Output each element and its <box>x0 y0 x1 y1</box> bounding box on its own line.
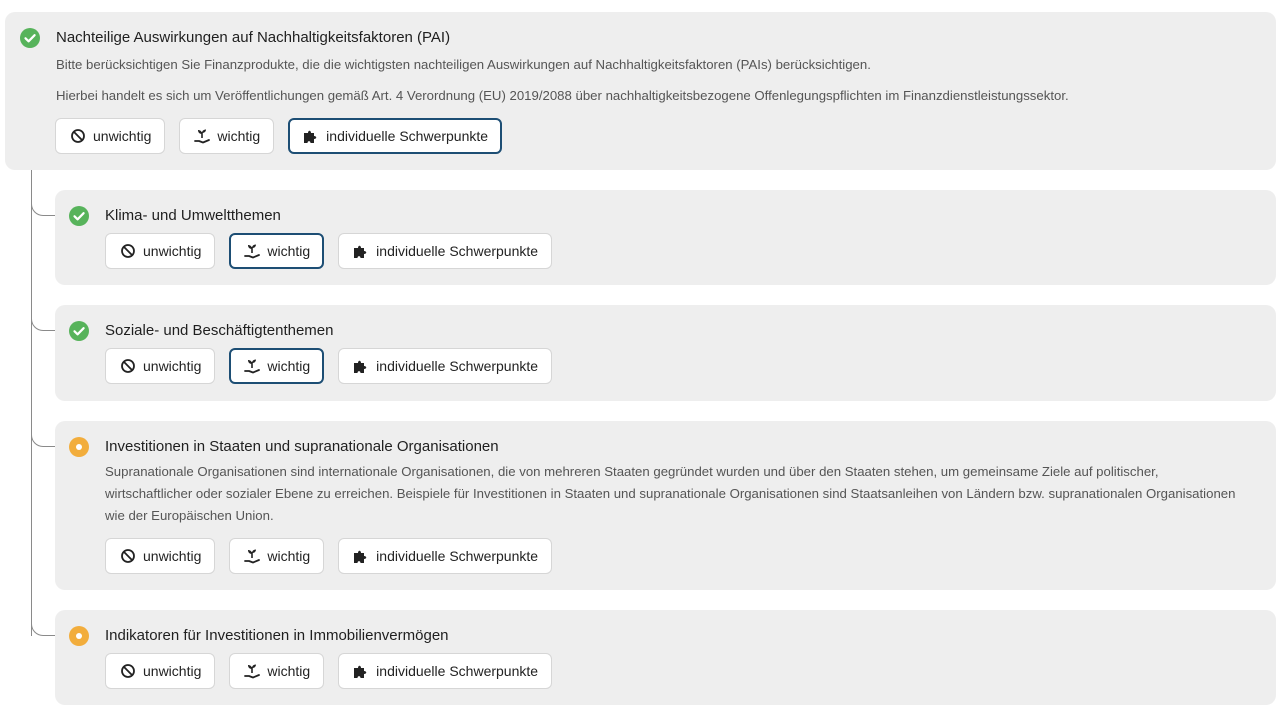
option-wichtig-button[interactable]: wichtig <box>229 653 325 689</box>
hand-plant-icon <box>193 127 211 145</box>
option-individuell-button[interactable]: individuelle Schwerpunkte <box>338 233 553 269</box>
option-label: wichtig <box>267 358 311 374</box>
hand-plant-icon <box>243 242 261 260</box>
block-icon <box>119 547 137 565</box>
section-title: Klima- und Umweltthemen <box>105 207 281 224</box>
option-unwichtig-button[interactable]: unwichtig <box>105 538 216 574</box>
option-label: wichtig <box>267 548 311 564</box>
option-label: unwichtig <box>143 548 202 564</box>
option-individuell-button[interactable]: individuelle Schwerpunkte <box>338 538 553 574</box>
block-icon <box>119 662 137 680</box>
section-option-group: unwichtig wichtig individuelle Schwerpun… <box>105 653 553 689</box>
section-option-group: unwichtig wichtig individuelle Schwerpun… <box>105 538 553 574</box>
hand-plant-icon <box>243 547 261 565</box>
hand-plant-icon <box>243 357 261 375</box>
option-label: unwichtig <box>143 358 202 374</box>
section-description: Supranationale Organisationen sind inter… <box>105 464 1236 523</box>
check-circle-icon <box>69 206 89 226</box>
option-wichtig-button[interactable]: wichtig <box>229 538 325 574</box>
option-label: wichtig <box>217 128 261 144</box>
block-icon <box>69 127 87 145</box>
hand-plant-icon <box>243 662 261 680</box>
option-wichtig-button[interactable]: wichtig <box>179 118 275 154</box>
section-card: Investitionen in Staaten und supranation… <box>55 421 1276 590</box>
check-circle-icon <box>69 321 89 341</box>
option-unwichtig-button[interactable]: unwichtig <box>105 348 216 384</box>
main-description-2: Hierbei handelt es sich um Veröffentlich… <box>56 88 1069 103</box>
option-label: individuelle Schwerpunkte <box>326 128 489 144</box>
puzzle-icon <box>352 547 370 565</box>
section-option-group: unwichtig wichtig individuelle Schwerpun… <box>105 348 553 384</box>
dot-circle-icon <box>69 437 89 457</box>
option-label: wichtig <box>267 663 311 679</box>
main-description-1: Bitte berücksichtigen Sie Finanzprodukte… <box>56 57 871 72</box>
option-unwichtig-button[interactable]: unwichtig <box>55 118 166 154</box>
option-label: unwichtig <box>143 243 202 259</box>
main-option-group: unwichtig wichtig individuelle Schwerpun… <box>55 118 503 154</box>
option-individuell-button[interactable]: individuelle Schwerpunkte <box>288 118 503 154</box>
option-wichtig-button[interactable]: wichtig <box>229 348 325 384</box>
option-unwichtig-button[interactable]: unwichtig <box>105 653 216 689</box>
page-title: Nachteilige Auswirkungen auf Nachhaltigk… <box>56 29 451 46</box>
option-label: individuelle Schwerpunkte <box>376 548 539 564</box>
option-label: individuelle Schwerpunkte <box>376 663 539 679</box>
puzzle-icon <box>352 357 370 375</box>
section-option-group: unwichtig wichtig individuelle Schwerpun… <box>105 233 553 269</box>
option-wichtig-button[interactable]: wichtig <box>229 233 325 269</box>
option-label: individuelle Schwerpunkte <box>376 243 539 259</box>
option-unwichtig-button[interactable]: unwichtig <box>105 233 216 269</box>
option-label: individuelle Schwerpunkte <box>376 358 539 374</box>
option-individuell-button[interactable]: individuelle Schwerpunkte <box>338 348 553 384</box>
section-card: Soziale- und Beschäftigtenthemen unwicht… <box>55 305 1276 401</box>
block-icon <box>119 242 137 260</box>
section-title: Indikatoren für Investitionen in Immobil… <box>105 627 449 644</box>
section-title: Investitionen in Staaten und supranation… <box>105 438 499 455</box>
puzzle-icon <box>352 242 370 260</box>
option-label: unwichtig <box>93 128 152 144</box>
section-card: Indikatoren für Investitionen in Immobil… <box>55 610 1276 705</box>
check-circle-icon <box>20 28 40 48</box>
option-label: wichtig <box>267 243 311 259</box>
section-title: Soziale- und Beschäftigtenthemen <box>105 322 334 339</box>
puzzle-icon <box>302 127 320 145</box>
main-card: Nachteilige Auswirkungen auf Nachhaltigk… <box>5 12 1276 170</box>
block-icon <box>119 357 137 375</box>
section-card: Klima- und Umweltthemen unwichtig wichti… <box>55 190 1276 285</box>
puzzle-icon <box>352 662 370 680</box>
option-individuell-button[interactable]: individuelle Schwerpunkte <box>338 653 553 689</box>
option-label: unwichtig <box>143 663 202 679</box>
dot-circle-icon <box>69 626 89 646</box>
